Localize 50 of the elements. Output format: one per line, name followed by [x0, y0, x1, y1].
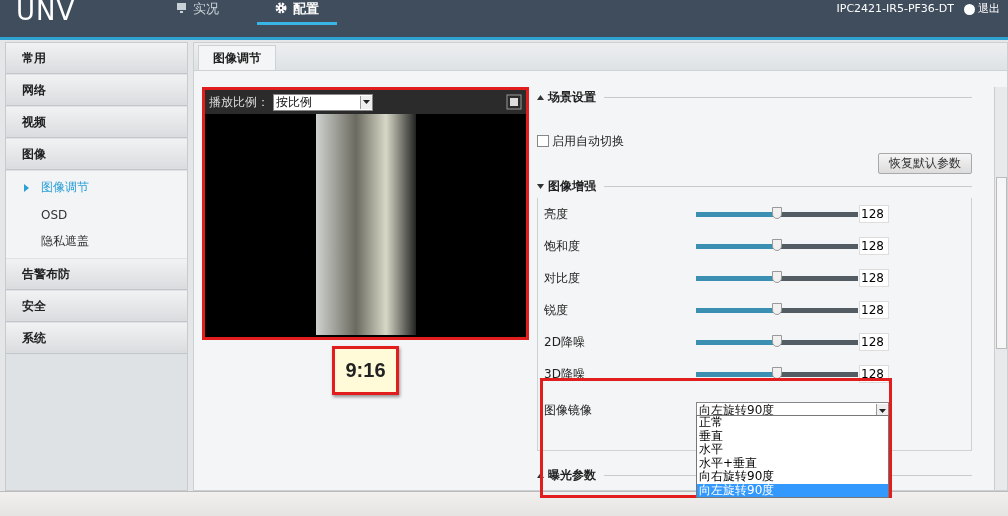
caret-icon	[24, 183, 29, 192]
auto-switch-checkbox[interactable]: 启用自动切换	[537, 133, 972, 149]
fullscreen-icon[interactable]	[506, 94, 522, 110]
value-input[interactable]: 128	[859, 269, 889, 287]
slider-thumb[interactable]	[772, 334, 782, 347]
value-input[interactable]: 128	[859, 205, 889, 223]
ratio-label: 播放比例：	[209, 93, 269, 111]
sidebar-item[interactable]: 安全	[6, 291, 187, 322]
value-input[interactable]: 128	[859, 301, 889, 319]
slider-thumb[interactable]	[772, 270, 782, 283]
tab[interactable]: 图像调节	[198, 45, 276, 70]
sidebar-item[interactable]: 视频	[6, 107, 187, 138]
nav-tab[interactable]: 实况	[158, 0, 237, 25]
value-input[interactable]: 128	[859, 333, 889, 351]
collapse-icon[interactable]	[537, 94, 544, 100]
sidebar-subitem[interactable]: 隐私遮盖	[6, 228, 187, 255]
slider-label: 饱和度	[544, 237, 581, 255]
slider-thumb[interactable]	[772, 238, 782, 251]
collapse-icon[interactable]	[537, 472, 544, 478]
logo: UNV	[16, 0, 77, 22]
expand-icon[interactable]	[537, 183, 544, 189]
restore-defaults-button[interactable]: 恢复默认参数	[878, 153, 972, 174]
section-title: 场景设置	[548, 88, 596, 106]
monitor-icon	[176, 2, 187, 14]
device-model: IPC2421-IR5-PF36-DT	[836, 3, 954, 15]
section-title: 图像增强	[548, 177, 596, 195]
section-title: 曝光参数	[548, 466, 596, 484]
slider-thumb[interactable]	[772, 206, 782, 219]
ratio-select[interactable]: 按比例	[273, 93, 373, 111]
slider-thumb[interactable]	[772, 302, 782, 315]
caret-icon	[363, 100, 370, 104]
checkbox[interactable]	[537, 135, 549, 147]
sidebar-item[interactable]: 系统	[6, 323, 187, 354]
sidebar-item[interactable]: 告警布防	[6, 259, 187, 290]
logout-link[interactable]: 退出	[964, 3, 1000, 15]
slider-label: 亮度	[544, 205, 569, 223]
slider-label: 2D降噪	[544, 333, 586, 351]
mirror-label: 图像镜像	[544, 402, 593, 419]
sidebar-item[interactable]: 网络	[6, 75, 187, 106]
sidebar-item[interactable]: 常用	[6, 43, 187, 74]
sidebar-item[interactable]: 图像	[6, 139, 187, 170]
nav-tab[interactable]: 配置	[257, 0, 337, 25]
caret-icon	[879, 408, 886, 413]
slider-thumb[interactable]	[772, 366, 782, 379]
scrollbar[interactable]	[994, 87, 1007, 490]
value-input[interactable]: 128	[859, 237, 889, 255]
sidebar-subitem[interactable]: OSD	[6, 201, 187, 228]
aspect-ratio-label: 9:16	[332, 346, 399, 395]
slider-label: 对比度	[544, 269, 581, 287]
slider-label: 锐度	[544, 301, 569, 319]
